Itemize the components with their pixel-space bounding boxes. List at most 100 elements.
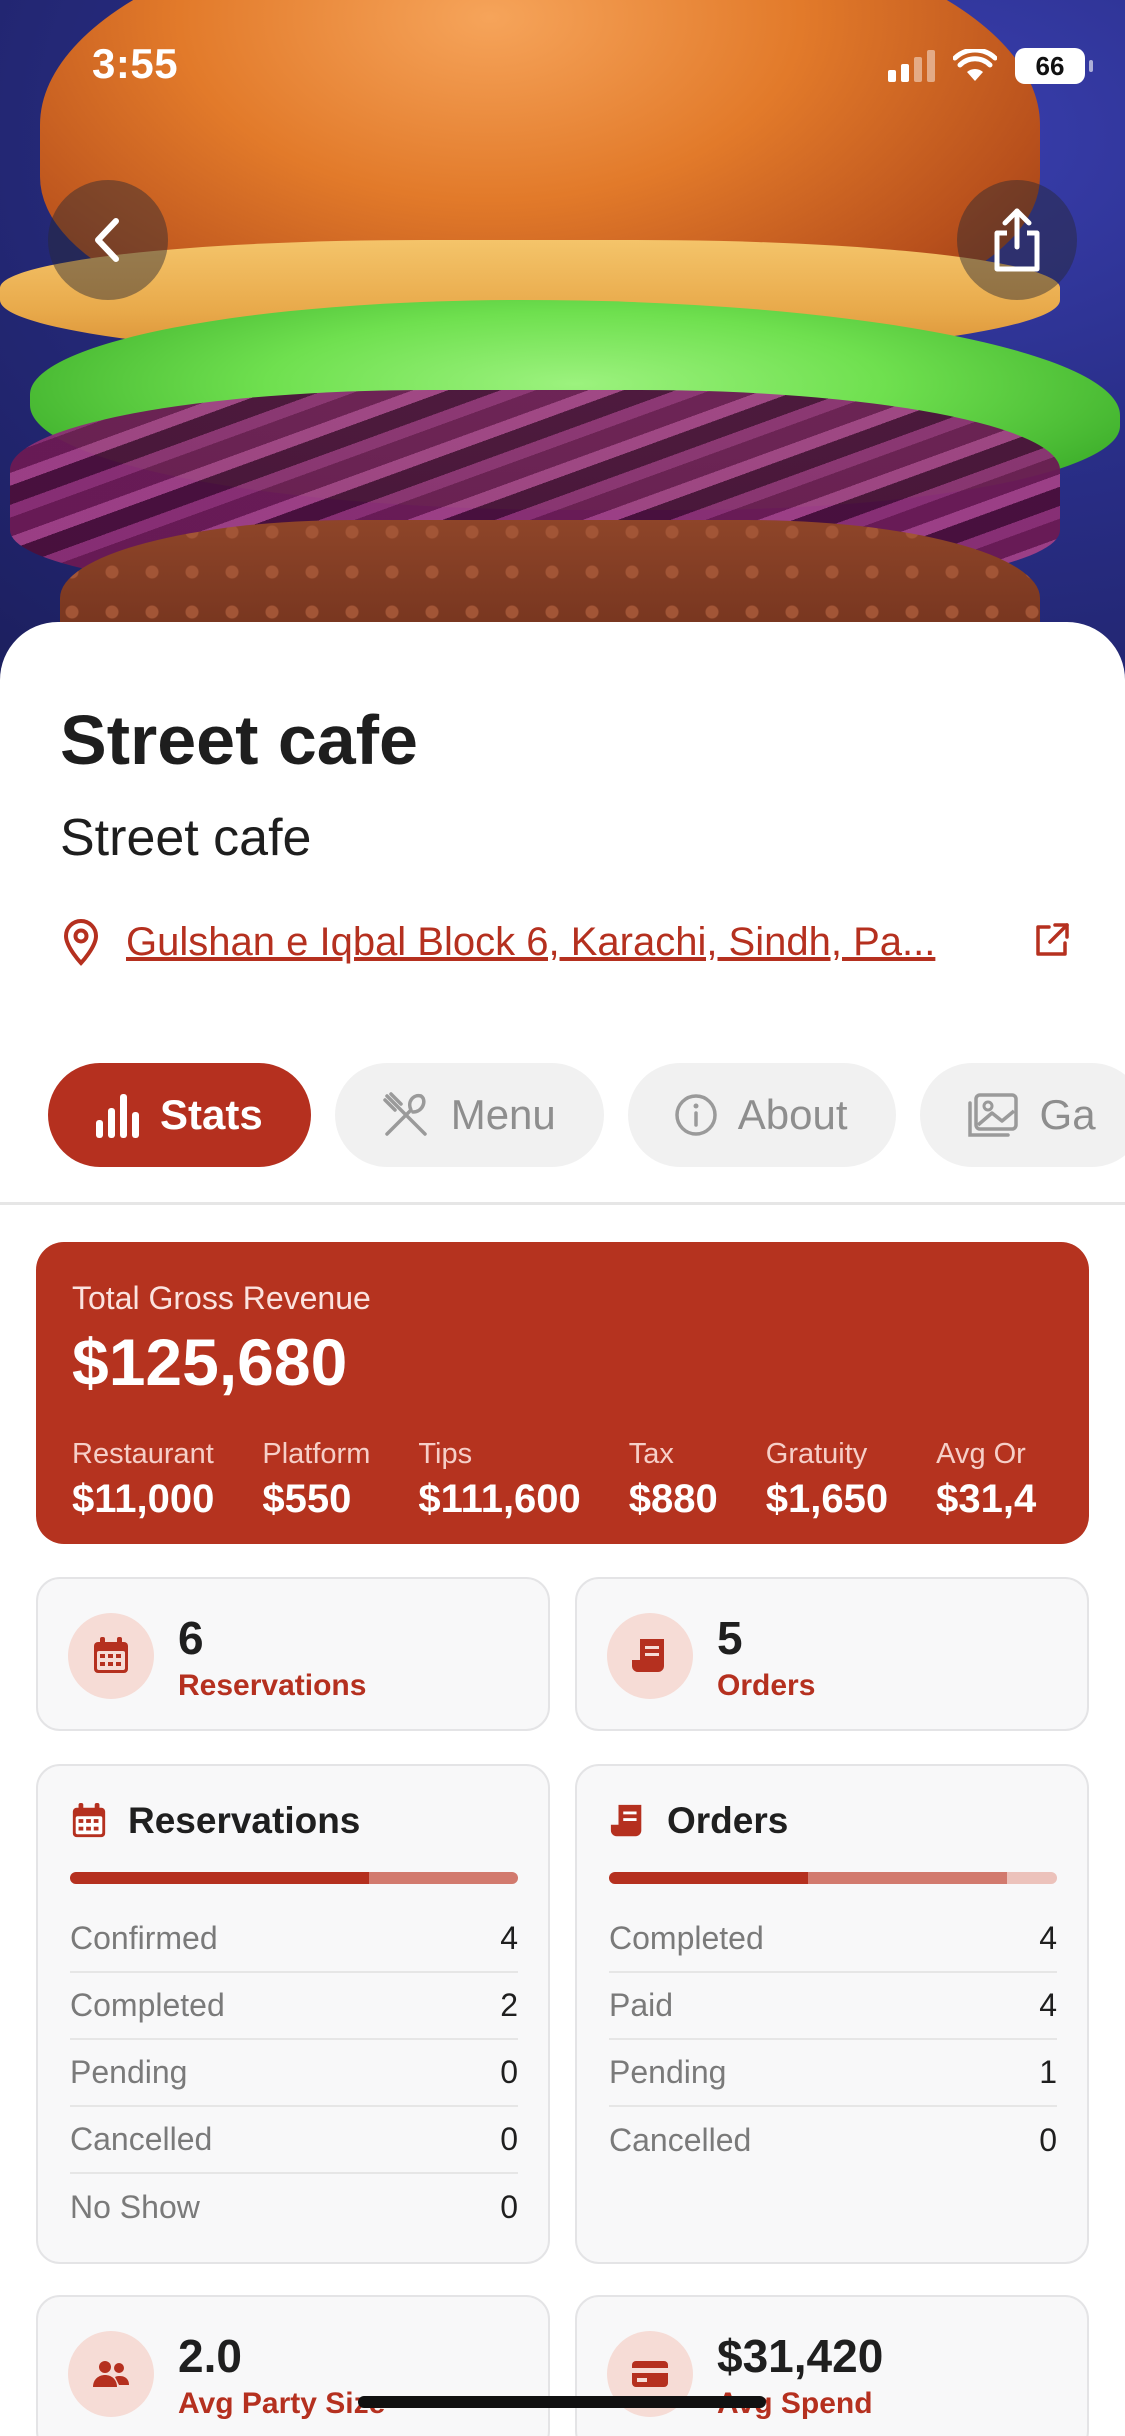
revenue-item-value: $111,600 xyxy=(418,1477,581,1521)
status-bar: 3:55 66 xyxy=(0,0,1125,140)
back-button[interactable] xyxy=(48,180,168,300)
reservations-count-label: Reservations xyxy=(178,1669,367,1702)
revenue-item-tips: Tips $111,600 xyxy=(418,1438,580,1522)
tab-gallery[interactable]: Ga xyxy=(919,1063,1125,1167)
chevron-left-icon xyxy=(95,218,119,262)
status-label: Pending xyxy=(609,2054,727,2090)
status-row-pending: Pending 1 xyxy=(609,2040,1057,2107)
share-icon xyxy=(994,208,1040,272)
reservations-count-card[interactable]: 6 Reservations xyxy=(36,1577,550,1731)
progress-segment xyxy=(70,1872,369,1884)
revenue-item-avg-order: Avg Or $31,4 xyxy=(936,1438,1036,1522)
tab-label: About xyxy=(737,1091,848,1138)
reservations-count: 6 xyxy=(178,1612,204,1664)
revenue-item-label: Gratuity xyxy=(765,1438,868,1470)
tab-bar: Stats Menu About Ga xyxy=(48,1063,1125,1169)
revenue-card: Total Gross Revenue $125,680 Restaurant … xyxy=(36,1242,1089,1544)
revenue-item-label: Restaurant xyxy=(72,1438,214,1470)
location-pin-icon xyxy=(63,919,99,966)
reservations-breakdown-title: Reservations xyxy=(128,1800,361,1841)
status-row-completed: Completed 4 xyxy=(609,1906,1057,1973)
calendar-icon xyxy=(94,1637,128,1673)
users-icon xyxy=(93,2361,129,2387)
avg-spend-card[interactable]: $31,420 Avg Spend xyxy=(575,2295,1089,2436)
reservations-status-list: Confirmed 4 Completed 2 Pending 0 Cancelled… xyxy=(70,1906,518,2241)
status-label: Completed xyxy=(609,1920,764,1956)
status-row-no-show: No Show 0 xyxy=(70,2174,518,2241)
status-value: 0 xyxy=(500,2189,518,2225)
orders-count-card[interactable]: 5 Orders xyxy=(575,1577,1089,1731)
status-label: Paid xyxy=(609,1987,674,2023)
restaurant-name: Street cafe xyxy=(60,701,418,779)
reservations-progress-bar xyxy=(70,1872,518,1884)
revenue-item-value: $11,000 xyxy=(72,1477,215,1521)
address-row[interactable]: Gulshan e Iqbal Block 6, Karachi, Sindh,… xyxy=(62,912,1072,972)
status-value: 4 xyxy=(1039,1987,1057,2023)
avg-spend-value: $31,420 xyxy=(717,2330,884,2382)
revenue-item-value: $880 xyxy=(628,1477,718,1521)
info-icon xyxy=(675,1094,717,1136)
address-link[interactable]: Gulshan e Iqbal Block 6, Karachi, Sindh,… xyxy=(126,920,935,965)
status-row-cancelled: Cancelled 0 xyxy=(70,2107,518,2174)
revenue-breakdown: Restaurant $11,000 Platform $550 Tips $1… xyxy=(72,1438,1036,1522)
reservations-breakdown-header: Reservations xyxy=(70,1800,360,1842)
credit-card-icon xyxy=(632,2361,668,2387)
revenue-item-label: Avg Or xyxy=(936,1438,1026,1470)
tab-label: Stats xyxy=(160,1091,263,1138)
status-row-cancelled: Cancelled 0 xyxy=(609,2107,1057,2174)
utensils-icon xyxy=(382,1092,427,1136)
cellular-signal-icon xyxy=(888,50,935,82)
users-icon-wrap xyxy=(68,2331,154,2417)
tabs-divider xyxy=(0,1202,1125,1205)
progress-segment xyxy=(808,1872,1008,1884)
status-label: Cancelled xyxy=(70,2121,213,2157)
wifi-icon xyxy=(953,49,997,81)
status-label: Confirmed xyxy=(70,1920,218,1956)
status-label: Pending xyxy=(70,2054,188,2090)
bar-chart-icon xyxy=(96,1094,139,1138)
orders-progress-bar xyxy=(609,1872,1057,1884)
revenue-item-label: Platform xyxy=(262,1438,371,1470)
restaurant-subtitle: Street cafe xyxy=(60,809,312,867)
revenue-item-label: Tips xyxy=(418,1438,473,1470)
tab-label: Ga xyxy=(1039,1091,1096,1138)
reservations-breakdown-card: Reservations Confirmed 4 Completed 2 Pendi… xyxy=(36,1764,550,2264)
status-value: 4 xyxy=(500,1920,518,1956)
revenue-item-value: $550 xyxy=(262,1477,352,1521)
orders-breakdown-header: Orders xyxy=(609,1800,788,1842)
receipt-icon xyxy=(632,1639,664,1672)
revenue-item-platform: Platform $550 xyxy=(262,1438,370,1522)
share-button[interactable] xyxy=(957,180,1077,300)
status-value: 0 xyxy=(500,2121,518,2157)
orders-breakdown-card: Orders Completed 4 Paid 4 Pending 1 Cancell… xyxy=(575,1764,1089,2264)
home-indicator xyxy=(358,2396,766,2408)
orders-count: 5 xyxy=(717,1612,743,1664)
revenue-label: Total Gross Revenue xyxy=(72,1280,371,1316)
revenue-total: $125,680 xyxy=(72,1325,348,1399)
avg-party-size-card[interactable]: 2.0 Avg Party Size xyxy=(36,2295,550,2436)
receipt-icon xyxy=(610,1804,642,1837)
tab-menu[interactable]: Menu xyxy=(334,1063,604,1167)
external-link-icon[interactable] xyxy=(1032,920,1072,960)
status-value: 0 xyxy=(500,2054,518,2090)
avg-party-size-value: 2.0 xyxy=(178,2330,242,2382)
progress-segment xyxy=(609,1872,809,1884)
revenue-item-label: Tax xyxy=(628,1438,674,1470)
avg-party-size-label: Avg Party Size xyxy=(178,2387,386,2420)
revenue-item-restaurant: Restaurant $11,000 xyxy=(72,1438,214,1522)
status-row-paid: Paid 4 xyxy=(609,1973,1057,2040)
orders-status-list: Completed 4 Paid 4 Pending 1 Cancelled 0 xyxy=(609,1906,1057,2174)
revenue-item-tax: Tax $880 xyxy=(629,1438,718,1522)
revenue-item-gratuity: Gratuity $1,650 xyxy=(766,1438,888,1522)
status-value: 0 xyxy=(1039,2122,1057,2158)
status-row-pending: Pending 0 xyxy=(70,2040,518,2107)
calendar-icon xyxy=(72,1802,106,1838)
revenue-item-value: $31,4 xyxy=(936,1477,1037,1521)
gallery-icon xyxy=(967,1093,1018,1137)
status-value: 1 xyxy=(1039,2054,1057,2090)
status-label: Completed xyxy=(70,1987,225,2023)
tab-stats[interactable]: Stats xyxy=(48,1063,311,1167)
status-value: 2 xyxy=(500,1987,518,2023)
progress-segment xyxy=(368,1872,518,1884)
tab-about[interactable]: About xyxy=(627,1063,896,1167)
